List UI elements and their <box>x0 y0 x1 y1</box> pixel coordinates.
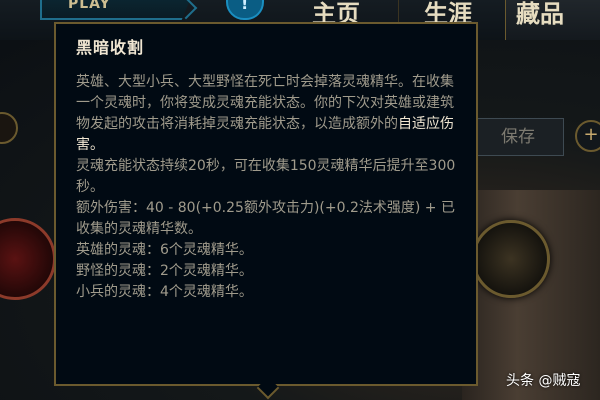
play-button[interactable]: PLAY <box>40 0 194 20</box>
stone-decoration <box>462 190 600 400</box>
rune-tooltip: 黑暗收割 英雄、大型小兵、大型野怪在死亡时会掉落灵魂精华。在收集一个灵魂时，你将… <box>54 22 478 386</box>
tooltip-body: 英雄、大型小兵、大型野怪在死亡时会掉落灵魂精华。在收集一个灵魂时，你将变成灵魂充… <box>76 72 460 303</box>
tooltip-paragraph: 野怪的灵魂：2个灵魂精华。 <box>76 263 253 279</box>
tooltip-paragraph: 英雄、大型小兵、大型野怪在死亡时会掉落灵魂精华。在收集一个灵魂时，你将变成灵魂充… <box>76 72 460 156</box>
save-button[interactable]: 保存 <box>472 118 564 156</box>
tooltip-title: 黑暗收割 <box>76 38 145 57</box>
tooltip-paragraph: 灵魂充能状态持续20秒，可在收集150灵魂精华后提升至300秒。 <box>76 158 456 195</box>
tooltip-paragraph: 额外伤害：40 - 80(+0.25额外攻击力)(+0.2法术强度) + 已收集… <box>76 200 455 237</box>
tooltip-text: 。 <box>90 137 104 153</box>
play-button-label: PLAY <box>68 0 111 12</box>
alert-icon[interactable] <box>226 0 264 20</box>
rune-slot-icon[interactable] <box>472 220 550 298</box>
watermark: 头条 @贼寇 <box>506 373 581 389</box>
tab-collection[interactable]: 藏品 <box>516 0 564 28</box>
add-page-button[interactable]: + <box>575 120 600 152</box>
tooltip-paragraph: 小兵的灵魂：4个灵魂精华。 <box>76 284 253 300</box>
tooltip-paragraph: 英雄的灵魂：6个灵魂精华。 <box>76 242 253 258</box>
